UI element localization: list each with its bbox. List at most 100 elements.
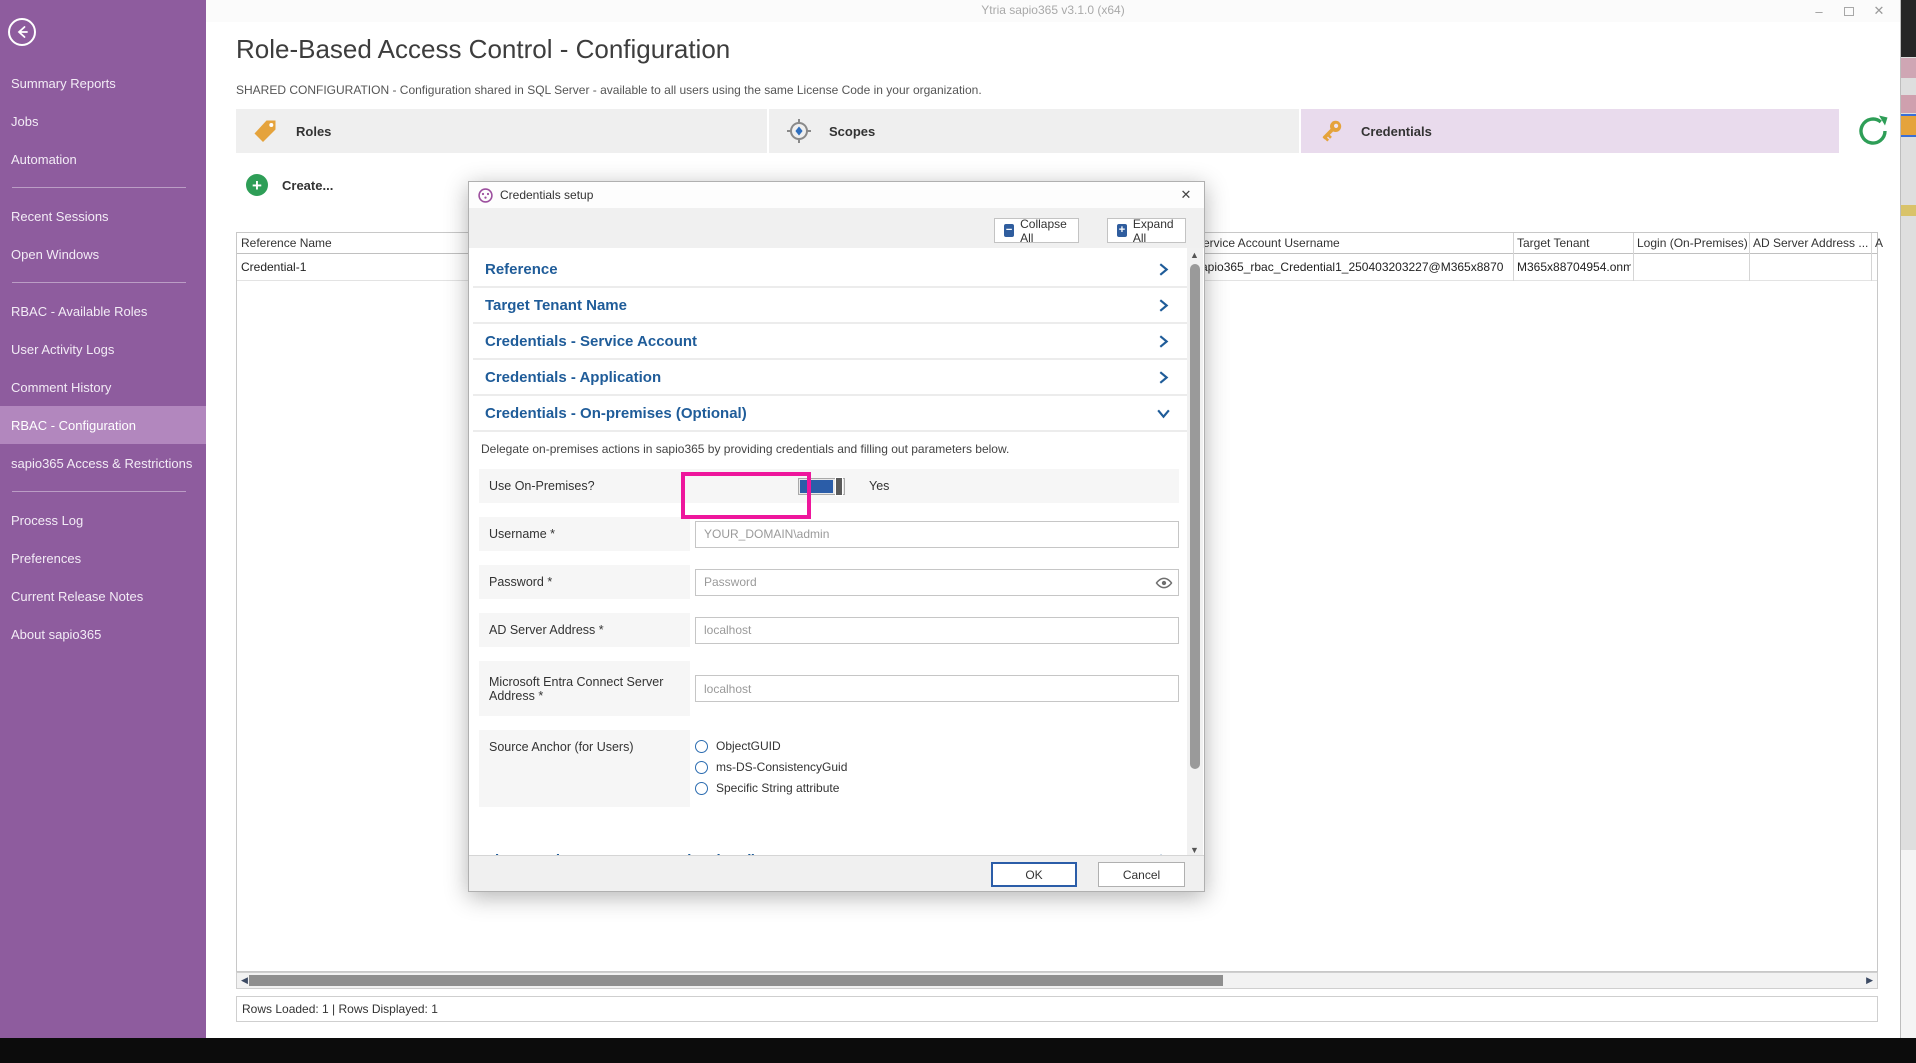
tab-credentials[interactable]: Credentials (1301, 109, 1839, 153)
sidebar-item-about-sapio365[interactable]: About sapio365 (0, 615, 206, 653)
key-icon (1317, 117, 1345, 145)
ad-server-address-label: AD Server Address * (479, 613, 690, 647)
username-input[interactable] (695, 521, 1179, 548)
scrollbar-thumb[interactable] (1190, 264, 1200, 769)
sidebar-item-comment-history[interactable]: Comment History (0, 368, 206, 406)
column-divider (1749, 233, 1750, 281)
collapse-all-label: Collapse All (1020, 217, 1069, 245)
sidebar-item-recent-sessions[interactable]: Recent Sessions (0, 197, 206, 235)
expand-all-button[interactable]: + Expand All (1107, 218, 1186, 243)
tab-label: Roles (296, 124, 331, 139)
sidebar-item-user-activity-logs[interactable]: User Activity Logs (0, 330, 206, 368)
radio-icon (695, 740, 708, 753)
section-label: Credentials - On-premises (Optional) (485, 405, 747, 422)
radio-icon (695, 761, 708, 774)
sidebar-item-rbac-configuration[interactable]: RBAC - Configuration (0, 406, 206, 444)
sidebar-item-summary-reports[interactable]: Summary Reports (0, 64, 206, 102)
tag-icon (252, 117, 280, 145)
bottom-black-bar (0, 1038, 1916, 1063)
edge-segment (1901, 58, 1916, 78)
dialog-title: Credentials setup (500, 188, 593, 202)
column-header-target-tenant[interactable]: Target Tenant (1517, 236, 1631, 250)
page-subtitle: SHARED CONFIGURATION - Configuration sha… (236, 83, 982, 97)
column-header-reference-name[interactable]: Reference Name (241, 236, 332, 250)
section-credentials-on-premises[interactable]: Credentials - On-premises (Optional) (473, 396, 1187, 432)
tab-scopes[interactable]: Scopes (769, 109, 1299, 153)
show-password-eye-icon[interactable] (1155, 574, 1173, 592)
ok-button[interactable]: OK (991, 862, 1077, 887)
cell-reference-name: Credential-1 (241, 260, 306, 274)
back-button[interactable] (8, 18, 36, 46)
column-header-partial[interactable]: A (1875, 236, 1883, 250)
cancel-button[interactable]: Cancel (1098, 862, 1185, 887)
username-label: Username * (479, 517, 690, 551)
sidebar-item-process-log[interactable]: Process Log (0, 501, 206, 539)
column-header-login-on-premises[interactable]: Login (On-Premises) (1637, 236, 1748, 250)
radio-specific-string-attribute[interactable]: Specific String attribute (695, 781, 847, 795)
edge-segment (1901, 205, 1916, 216)
horizontal-scrollbar[interactable]: ◀ ▶ (236, 972, 1878, 989)
radio-objectguid[interactable]: ObjectGUID (695, 739, 847, 753)
chevron-right-icon (1156, 334, 1171, 349)
column-divider (1633, 233, 1634, 281)
dialog-close-button[interactable]: ✕ (1177, 186, 1195, 204)
window-controls: – ✕ (1812, 0, 1886, 22)
create-button[interactable]: + Create... (246, 174, 333, 196)
sidebar-divider (12, 282, 186, 283)
credentials-setup-dialog: Credentials setup ✕ − Collapse All + Exp… (468, 181, 1205, 892)
chevron-right-icon (1156, 298, 1171, 313)
expand-all-label: Expand All (1133, 217, 1176, 245)
edge-segment (1901, 0, 1916, 57)
section-credentials-application[interactable]: Credentials - Application (473, 360, 1187, 396)
password-row: Password * (479, 565, 1179, 599)
minimize-button[interactable]: – (1812, 4, 1826, 18)
sidebar-item-current-release-notes[interactable]: Current Release Notes (0, 577, 206, 615)
collapse-icon: − (1004, 224, 1014, 237)
collapse-all-button[interactable]: − Collapse All (994, 218, 1079, 243)
cell-target-tenant: M365x88704954.onmicrosoft.com (1517, 260, 1631, 274)
sidebar-item-rbac-available-roles[interactable]: RBAC - Available Roles (0, 292, 206, 330)
toggle-handle[interactable] (835, 477, 843, 496)
sidebar-item-jobs[interactable]: Jobs (0, 102, 206, 140)
status-text: Rows Loaded: 1 | Rows Displayed: 1 (242, 1002, 438, 1016)
column-header-service-account-username[interactable]: Service Account Username (1195, 236, 1340, 250)
sidebar-item-sapio365-access-restrictions[interactable]: sapio365 Access & Restrictions (0, 444, 206, 482)
dialog-body: Reference Target Tenant Name Credentials… (473, 252, 1187, 857)
section-reference[interactable]: Reference (473, 252, 1187, 288)
tab-label: Credentials (1361, 124, 1432, 139)
section-credentials-service-account[interactable]: Credentials - Service Account (473, 324, 1187, 360)
tab-roles[interactable]: Roles (236, 109, 767, 153)
scroll-down-icon[interactable]: ▼ (1190, 845, 1199, 855)
section-label: Credentials - Service Account (485, 333, 697, 350)
password-label: Password * (479, 565, 690, 599)
use-on-premises-toggle[interactable] (798, 478, 845, 495)
back-arrow-icon (14, 24, 30, 40)
dialog-toolbar: − Collapse All + Expand All (469, 208, 1204, 248)
maximize-button[interactable] (1842, 4, 1856, 18)
column-header-ad-server-address[interactable]: AD Server Address ... (1753, 236, 1868, 250)
scrollbar-thumb[interactable] (249, 975, 1223, 986)
source-anchor-row: Source Anchor (for Users) ObjectGUID ms-… (479, 730, 1179, 807)
sidebar-item-open-windows[interactable]: Open Windows (0, 235, 206, 273)
scroll-up-icon[interactable]: ▲ (1190, 250, 1199, 260)
dialog-vertical-scrollbar[interactable]: ▲ ▼ (1187, 248, 1203, 857)
chevron-down-icon (1156, 406, 1171, 421)
sidebar-nav: Summary Reports Jobs Automation Recent S… (0, 64, 206, 653)
radio-ms-ds-consistencyguid[interactable]: ms-DS-ConsistencyGuid (695, 760, 847, 774)
section-label: Target Tenant Name (485, 297, 627, 314)
use-on-premises-row: Use On-Premises? Yes (479, 469, 1179, 503)
sidebar-divider (12, 491, 186, 492)
section-target-tenant-name[interactable]: Target Tenant Name (473, 288, 1187, 324)
radio-icon (695, 782, 708, 795)
sidebar-item-automation[interactable]: Automation (0, 140, 206, 178)
sidebar-item-preferences[interactable]: Preferences (0, 539, 206, 577)
ad-server-address-row: AD Server Address * (479, 613, 1179, 647)
close-button[interactable]: ✕ (1872, 4, 1886, 18)
refresh-icon[interactable] (1854, 112, 1892, 150)
ad-server-address-input[interactable] (695, 617, 1179, 644)
scroll-right-icon[interactable]: ▶ (1866, 975, 1873, 986)
entra-connect-server-input[interactable] (695, 675, 1179, 702)
password-input[interactable] (695, 569, 1179, 596)
scroll-left-icon[interactable]: ◀ (241, 975, 248, 986)
edge-segment (1901, 850, 1916, 1038)
